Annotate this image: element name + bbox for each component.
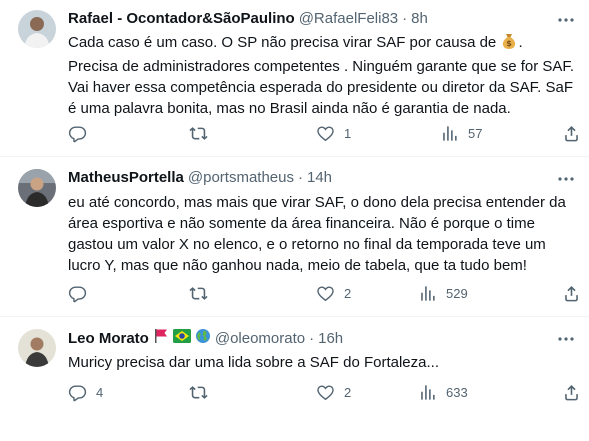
tweet[interactable]: Rafael - Ocontador&SãoPaulino @RafaelFel… <box>0 0 589 157</box>
like-count: 2 <box>344 286 352 301</box>
user-handle[interactable]: @portsmatheus <box>188 168 294 188</box>
tweet-actions: 2 529 <box>68 284 588 304</box>
timestamp[interactable]: 8h <box>411 9 428 29</box>
reply-icon <box>68 126 87 143</box>
share-icon <box>565 385 578 401</box>
reply-button[interactable]: 4 <box>68 383 103 402</box>
share-icon <box>565 286 578 302</box>
timestamp[interactable]: 16h <box>318 329 343 349</box>
reply-button[interactable] <box>68 124 96 143</box>
heart-icon <box>317 385 334 401</box>
heart-icon <box>317 126 334 142</box>
view-count: 57 <box>468 126 483 141</box>
views-button[interactable]: 529 <box>418 284 468 303</box>
reply-icon <box>68 286 87 303</box>
more-options-icon[interactable] <box>557 170 575 188</box>
display-name[interactable]: Rafael - Ocontador&SãoPaulino <box>68 9 295 29</box>
money-bag-icon: $ <box>500 32 518 56</box>
tweet-text: Cada caso é um caso. O SP não precisa vi… <box>68 32 576 119</box>
views-chart-icon <box>443 126 457 141</box>
separator-dot: · <box>309 330 315 347</box>
view-count: 529 <box>446 286 468 301</box>
share-button[interactable] <box>562 383 581 402</box>
like-button[interactable]: 1 <box>316 124 351 143</box>
retweet-button[interactable] <box>189 383 217 402</box>
tweet-header: MatheusPortella @portsmatheus · 14h <box>68 168 332 188</box>
tweet-header: Rafael - Ocontador&SãoPaulino @RafaelFel… <box>68 9 428 29</box>
views-chart-icon <box>421 385 435 400</box>
tweet-text: Muricy precisa dar uma lida sobre a SAF … <box>68 354 439 371</box>
like-count: 1 <box>344 126 352 141</box>
views-button[interactable]: 57 <box>440 124 482 143</box>
like-button[interactable]: 2 <box>316 284 351 303</box>
tweet-text-part: Cada caso é um caso. O SP não precisa vi… <box>68 34 501 51</box>
share-button[interactable] <box>562 284 581 303</box>
avatar[interactable] <box>18 10 56 48</box>
avatar[interactable] <box>18 169 56 207</box>
separator-dot: · <box>297 169 303 186</box>
user-handle[interactable]: @oleomorato <box>215 329 305 349</box>
display-name[interactable]: Leo Morato <box>68 329 149 349</box>
views-button[interactable]: 633 <box>418 383 468 402</box>
avatar[interactable] <box>18 329 56 367</box>
tweet-actions: 4 2 633 <box>68 383 588 403</box>
svg-text:$: $ <box>507 39 513 48</box>
red-flag-icon <box>153 328 169 350</box>
avatar-photo <box>18 10 56 48</box>
more-options-icon[interactable] <box>557 330 575 348</box>
tweet-text: eu até concordo, mas mais que virar SAF,… <box>68 194 566 274</box>
like-button[interactable]: 2 <box>316 383 351 402</box>
reply-button[interactable] <box>68 284 96 303</box>
retweet-button[interactable] <box>189 124 217 143</box>
tweet-actions: 1 57 <box>68 124 588 144</box>
retweet-icon <box>189 287 208 300</box>
tweet-header: Leo Morato @oleomorato · 16h <box>68 328 343 350</box>
separator-dot: · <box>402 10 408 27</box>
user-handle[interactable]: @RafaelFeli83 <box>299 9 398 29</box>
heart-icon <box>317 286 334 302</box>
view-count: 633 <box>446 385 468 400</box>
reply-count: 4 <box>96 385 104 400</box>
globe-icon <box>195 328 211 350</box>
brazil-flag-icon <box>172 329 191 349</box>
avatar-photo <box>18 169 56 207</box>
avatar-photo <box>18 329 56 367</box>
retweet-button[interactable] <box>189 284 217 303</box>
display-name[interactable]: MatheusPortella <box>68 168 184 188</box>
more-options-icon[interactable] <box>557 11 575 29</box>
share-button[interactable] <box>562 124 581 143</box>
tweet[interactable]: Leo Morato @oleomorato · 16h Muricy prec… <box>0 317 589 441</box>
share-icon <box>565 126 578 142</box>
views-chart-icon <box>421 286 435 301</box>
retweet-icon <box>189 127 208 140</box>
timestamp[interactable]: 14h <box>307 168 332 188</box>
retweet-icon <box>189 386 208 399</box>
like-count: 2 <box>344 385 352 400</box>
tweet[interactable]: MatheusPortella @portsmatheus · 14h eu a… <box>0 157 589 317</box>
reply-icon <box>68 385 87 402</box>
